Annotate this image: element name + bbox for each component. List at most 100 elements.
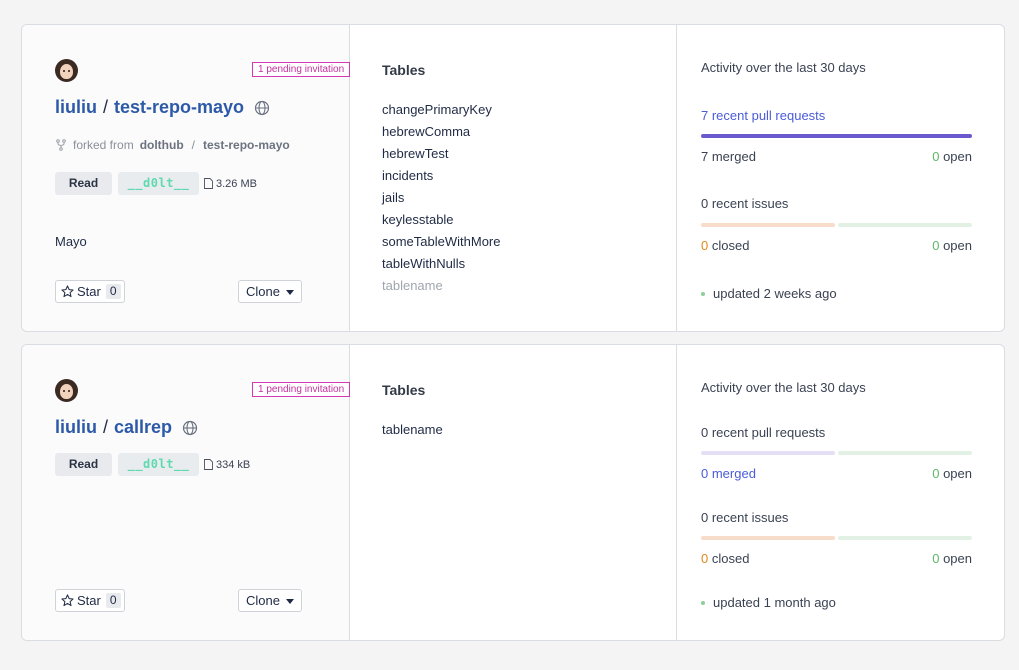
table-item[interactable]: tablename [382,419,443,441]
file-icon [204,178,213,189]
open-bar-segment [837,536,972,540]
globe-icon [254,100,270,115]
table-item[interactable]: someTableWithMore [382,231,501,253]
open-bar-segment [837,223,972,227]
repo-title: liuliu / test-repo-mayo [55,97,270,118]
table-list: tablename [382,419,443,441]
pull-requests-row: 0 recent pull requests [701,425,972,440]
repo-size-value: 3.26 MB [216,177,257,190]
tables-panel: Tables tablename [350,345,677,640]
merged-count: 7 merged [701,149,756,164]
table-item[interactable]: hebrewTest [382,143,501,165]
forked-from: forked from dolthub / test-repo-mayo [55,138,290,152]
dolt-badge: __d0lt__ [118,453,199,476]
clone-button[interactable]: Clone [238,280,302,303]
pull-requests-bar [701,451,972,455]
forked-from-label: forked from [73,138,134,152]
repo-size-value: 334 kB [216,458,251,471]
table-item[interactable]: tableWithNulls [382,253,501,275]
forked-owner-link[interactable]: dolthub [140,138,184,152]
repo-owner-link[interactable]: liuliu [55,97,97,118]
title-separator: / [103,97,109,117]
merged-bar-segment [701,134,972,138]
file-icon [204,459,213,470]
pr-open-count: 0 open [932,466,972,481]
fork-separator: / [191,138,196,152]
status-dot-icon [701,600,705,605]
issues-row: 0 recent issues [701,510,972,525]
clone-label: Clone [246,284,280,299]
title-separator: / [103,417,109,437]
caret-down-icon [286,290,294,295]
pull-requests-summary: 0 merged 0 open [701,466,972,481]
activity-panel: Activity over the last 30 days 7 recent … [677,25,1004,331]
closed-bar-segment [701,223,836,227]
dolt-badge: __d0lt__ [118,172,199,195]
updated-label: updated 1 month ago [713,595,836,610]
star-button[interactable]: Star 0 [55,280,125,303]
repo-badges: Read __d0lt__ 3.26 MB [55,172,257,195]
pr-open-count: 0 open [932,149,972,164]
updated-status: updated 2 weeks ago [701,286,837,301]
pull-requests-row: 7 recent pull requests [701,108,972,123]
issues-summary: 0 closed 0 open [701,551,972,566]
tables-heading: Tables [382,62,426,78]
repo-size: 334 kB [204,459,250,471]
pull-requests-label: 0 recent pull requests [701,425,826,440]
clone-button[interactable]: Clone [238,589,302,612]
table-item[interactable]: keylesstable [382,209,501,231]
issues-row: 0 recent issues [701,196,972,211]
open-bar-segment [837,451,972,455]
forked-repo-link[interactable]: test-repo-mayo [203,138,290,152]
pending-invitation-badge[interactable]: 1 pending invitation [252,382,351,397]
globe-icon [182,420,198,435]
activity-heading: Activity over the last 30 days [701,60,866,75]
table-item[interactable]: tablename [382,275,501,297]
avatar[interactable] [55,59,78,82]
pull-requests-bar [701,134,972,138]
repo-description: Mayo [55,234,87,249]
repo-name-link[interactable]: callrep [114,417,172,438]
table-list: changePrimaryKey hebrewComma hebrewTest … [382,99,501,297]
table-item[interactable]: jails [382,187,501,209]
table-item[interactable]: changePrimaryKey [382,99,501,121]
updated-status: updated 1 month ago [701,595,836,610]
repo-owner-link[interactable]: liuliu [55,417,97,438]
pending-invitation-badge[interactable]: 1 pending invitation [252,62,351,77]
repo-info-panel: 1 pending invitation liuliu / callrep Re… [22,345,351,640]
closed-count: 0 closed [701,238,750,253]
star-count: 0 [105,593,121,608]
clone-label: Clone [246,593,280,608]
star-icon [61,594,74,607]
repo-title: liuliu / callrep [55,417,198,438]
table-item[interactable]: hebrewComma [382,121,501,143]
avatar[interactable] [55,379,78,402]
pull-requests-link[interactable]: 7 recent pull requests [701,108,825,123]
closed-count: 0 closed [701,551,750,566]
issues-bar [701,223,972,227]
table-item[interactable]: incidents [382,165,501,187]
repo-size: 3.26 MB [204,178,257,190]
repo-card: 1 pending invitation liuliu / test-repo-… [21,24,1005,332]
activity-heading: Activity over the last 30 days [701,380,866,395]
issues-summary: 0 closed 0 open [701,238,972,253]
issue-open-count: 0 open [932,551,972,566]
star-icon [61,285,74,298]
access-badge[interactable]: Read [55,453,112,476]
star-label: Star [77,284,101,299]
fork-icon [56,139,66,151]
repo-info-panel: 1 pending invitation liuliu / test-repo-… [22,25,351,331]
issues-bar [701,536,972,540]
pull-requests-summary: 7 merged 0 open [701,149,972,164]
closed-bar-segment [701,536,836,540]
repo-name-link[interactable]: test-repo-mayo [114,97,244,118]
star-button[interactable]: Star 0 [55,589,125,612]
merged-bar-segment [701,451,836,455]
star-count: 0 [105,284,121,299]
access-badge[interactable]: Read [55,172,112,195]
tables-heading: Tables [382,382,426,398]
updated-label: updated 2 weeks ago [713,286,837,301]
activity-panel: Activity over the last 30 days 0 recent … [677,345,1004,640]
tables-panel: Tables changePrimaryKey hebrewComma hebr… [350,25,677,331]
star-label: Star [77,593,101,608]
